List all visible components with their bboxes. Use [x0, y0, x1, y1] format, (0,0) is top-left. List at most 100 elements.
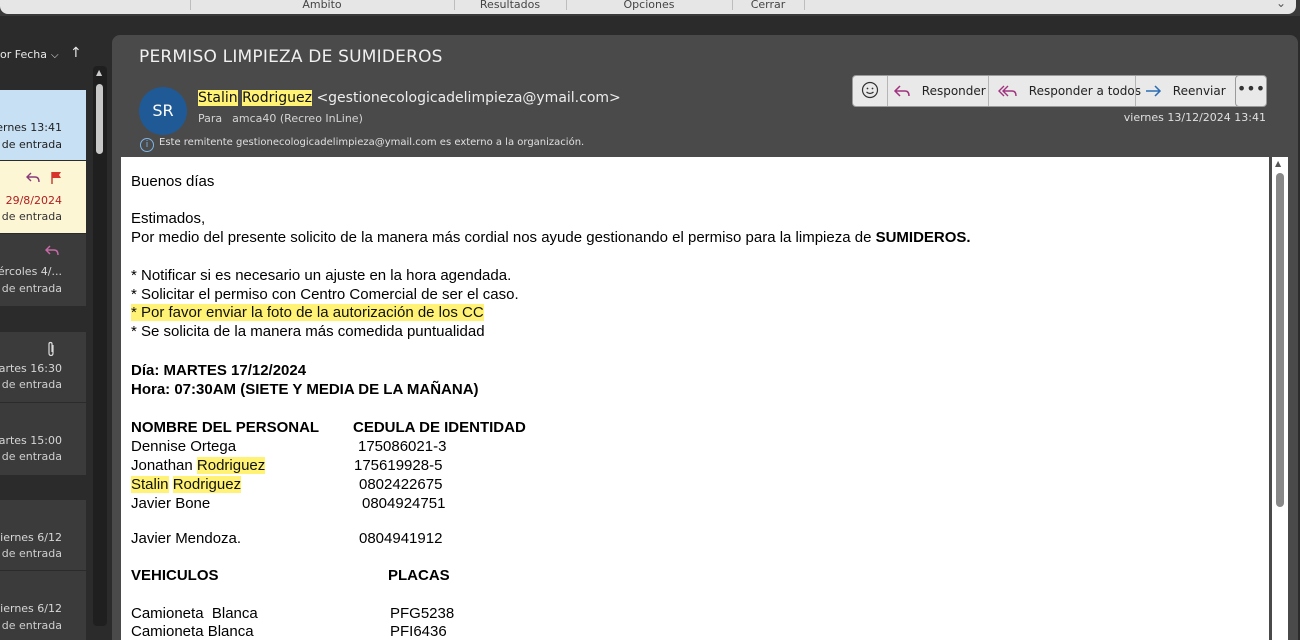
vehicle-row-plate: PFI6436 [390, 623, 447, 640]
list-item[interactable]: martes 16:30 a de entrada [0, 332, 86, 402]
staff-first: Javier [131, 495, 172, 512]
staff-row-name: Javier Mendoza. [131, 530, 241, 547]
list-item[interactable]: martes 15:00 a de entrada [0, 403, 86, 475]
forward-button[interactable]: Reenviar [1144, 76, 1226, 106]
to-value[interactable]: amca40 (Recreo InLine) [232, 112, 363, 125]
reply-label: Responder [921, 84, 986, 98]
vehicle-header-name-text: VEHICULOS [131, 567, 219, 584]
staff-row-name: Dennise Ortega [131, 438, 236, 455]
forward-label: Reenviar [1172, 84, 1226, 98]
scrollbar-thumb[interactable] [1276, 173, 1284, 507]
reply-button[interactable]: Responder [893, 76, 986, 106]
vehicle-row-name: Camioneta Blanca [131, 623, 254, 640]
list-item-folder: a de entrada [0, 619, 62, 632]
flag-icon[interactable] [50, 171, 62, 188]
sort-label: or Fecha [0, 48, 48, 61]
list-item[interactable]: viernes 13:41 a de entrada [0, 90, 86, 160]
body-bullet-highlighted: * Por favor enviar la foto de la autoriz… [131, 304, 484, 321]
to-label: Para [198, 112, 223, 125]
list-item[interactable]: iércoles 4/... a de entrada [0, 234, 86, 306]
vehicle-row-name: Camioneta Blanca [131, 605, 258, 622]
list-item-date: viernes 6/12 [0, 602, 62, 615]
email-datetime: viernes 13/12/2024 13:41 [1123, 111, 1266, 124]
chevron-down-icon: ⌵ [51, 50, 59, 61]
scroll-up-icon[interactable]: ▲ [96, 68, 102, 77]
more-actions-button[interactable]: ••• [1235, 75, 1267, 107]
smiley-icon [861, 81, 879, 99]
sort-control[interactable]: or Fecha ⌵ ↑ [0, 45, 82, 61]
scroll-up-icon[interactable]: ▲ [1275, 159, 1281, 168]
chevron-down-icon[interactable]: ⌄ [1276, 0, 1286, 10]
day-text: Día: MARTES 17/12/2024 [131, 362, 307, 379]
reply-icon [893, 82, 916, 100]
list-item-date: viernes 6/12 [0, 531, 62, 544]
sender-last-name: Rodriguez [242, 90, 312, 106]
highlighted-text: * Por favor enviar la foto de la autoriz… [131, 304, 484, 321]
list-item-folder: a de entrada [0, 547, 62, 560]
staff-first: Dennise [131, 438, 187, 455]
reply-all-button[interactable]: Responder a todos [998, 76, 1141, 106]
staff-row-name: Stalin Rodriguez [131, 476, 242, 493]
list-item[interactable]: viernes 6/12 a de entrada [0, 500, 86, 570]
ribbon-group-results[interactable]: Resultados [454, 0, 566, 12]
sort-direction-icon[interactable]: ↑ [70, 45, 82, 61]
email-body-scrollbar[interactable]: ▲ [1272, 157, 1288, 640]
staff-header-id: CEDULA DE IDENTIDAD [353, 419, 526, 436]
staff-row-id: 0804924751 [362, 495, 446, 512]
staff-header-name-text: NOMBRE DEL PERSONAL [131, 419, 320, 436]
staff-row-name: Jonathan Rodriguez [131, 457, 266, 474]
paperclip-icon [46, 341, 56, 361]
sender-email: <gestionecologicadelimpieza@ymail.com> [316, 90, 621, 106]
body-bullet: * Se solicita de la manera más comedida … [131, 323, 485, 340]
list-item[interactable]: viernes 6/12 a de entrada [0, 571, 86, 640]
list-item-date: viernes 13:41 [0, 121, 62, 134]
email-body: Buenos días Estimados, Por medio del pre… [121, 157, 1269, 640]
body-greeting: Buenos días [131, 173, 215, 190]
body-bullet: * Notificar si es necesario un ajuste en… [131, 267, 512, 284]
list-item-date: martes 16:30 [0, 362, 62, 375]
scrollbar-thumb[interactable] [96, 84, 103, 154]
external-sender-warning: i Este remitente gestionecologicadelimpie… [140, 137, 584, 152]
staff-last: Mendoza. [175, 530, 242, 547]
list-item-folder: a de entrada [0, 378, 62, 391]
staff-last: Rodriguez [172, 476, 242, 493]
ribbon-panel: Ámbito Resultados Opciones Cerrar ⌄ [0, 0, 1296, 14]
staff-first: Stalin [131, 476, 169, 493]
ribbon-group-scope[interactable]: Ámbito [190, 0, 454, 12]
staff-last: Ortega [190, 438, 237, 455]
ribbon-separator [804, 0, 805, 10]
avatar[interactable]: SR [139, 87, 187, 135]
reading-pane: PERMISO LIMPIEZA DE SUMIDEROS SR Stalin … [112, 35, 1298, 640]
body-intro: Por medio del presente solicito de la ma… [131, 229, 971, 246]
ribbon-group-close[interactable]: Cerrar [732, 0, 804, 12]
emoji-reaction-button[interactable] [853, 76, 887, 106]
recipient-line: Para amca40 (Recreo InLine) [198, 112, 363, 125]
hour-text: Hora: 07:30AM (SIETE Y MEDIA DE LA MAÑAN… [131, 381, 479, 398]
info-icon: i [140, 138, 154, 152]
ribbon: Ámbito Resultados Opciones Cerrar ⌄ [0, 0, 1300, 16]
ribbon-group-options[interactable]: Opciones [566, 0, 732, 12]
message-list-scrollbar[interactable]: ▲ [93, 66, 107, 626]
list-item-folder: a de entrada [0, 450, 62, 463]
message-actions-toolbar: Responder Responder a todos Reenviar [852, 75, 1249, 107]
list-item-folder: a de entrada [0, 282, 62, 295]
body-intro-text: Por medio del presente solicito de la ma… [131, 229, 876, 246]
reply-icon [25, 171, 41, 188]
staff-row-id: 0802422675 [359, 476, 443, 493]
reply-all-icon [998, 82, 1023, 100]
toolbar-separator [1135, 76, 1136, 106]
staff-row-id: 0804941912 [359, 530, 443, 547]
body-intro-bold: SUMIDEROS. [875, 229, 971, 246]
more-icon: ••• [1236, 79, 1266, 98]
list-item-date: iércoles 4/... [0, 265, 62, 278]
body-day: Día: MARTES 17/12/2024 [131, 362, 306, 379]
list-group-divider [0, 306, 86, 332]
staff-first: Jonathan [131, 457, 193, 474]
list-item-folder: a de entrada [0, 138, 62, 151]
external-warning-text: Este remitente gestionecologicadelimpiez… [159, 137, 585, 148]
sender-line[interactable]: Stalin Rodriguez <gestionecologicadelimp… [198, 90, 621, 106]
list-item[interactable]: 29/8/2024 a de entrada [0, 161, 86, 233]
forward-icon [1144, 82, 1167, 100]
staff-row-id: 175619928-5 [354, 457, 443, 474]
email-subject: PERMISO LIMPIEZA DE SUMIDEROS [139, 47, 443, 67]
